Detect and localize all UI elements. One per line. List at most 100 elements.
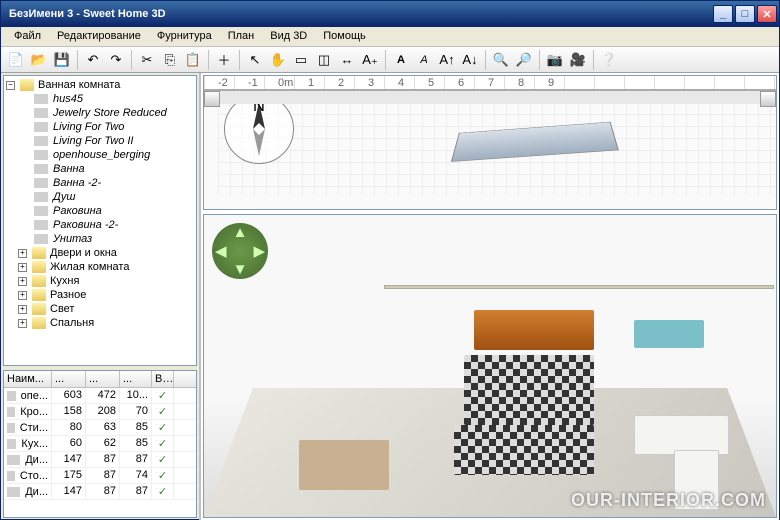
nav-left-icon[interactable]: ◀ bbox=[215, 242, 227, 260]
hall-floor bbox=[454, 425, 594, 475]
visible-check[interactable]: ✓ bbox=[152, 404, 174, 419]
expand-icon[interactable]: + bbox=[18, 277, 27, 286]
tree-category[interactable]: +Спальня bbox=[6, 316, 194, 330]
zoom-out-icon[interactable]: 🔎 bbox=[513, 49, 535, 71]
table-row[interactable]: Кух...606285✓ bbox=[4, 436, 196, 452]
visible-check[interactable]: ✓ bbox=[152, 420, 174, 435]
tree-item[interactable]: Раковина -2- bbox=[6, 218, 194, 232]
item-icon bbox=[34, 122, 48, 132]
minimize-button[interactable]: _ bbox=[713, 5, 733, 23]
help-icon[interactable]: ❔ bbox=[598, 49, 620, 71]
view-3d[interactable]: ▲ ▼ ◀ ▶ OUR-INTERIOR.COM bbox=[203, 214, 777, 518]
menu-plan[interactable]: План bbox=[221, 29, 262, 44]
table-row[interactable]: опе...60347210...✓ bbox=[4, 388, 196, 404]
pan-icon[interactable]: ✋ bbox=[267, 49, 289, 71]
italic-icon[interactable]: A bbox=[413, 49, 435, 71]
menu-edit[interactable]: Редактирование bbox=[50, 29, 148, 44]
table-row[interactable]: Кро...15820870✓ bbox=[4, 404, 196, 420]
tree-item[interactable]: Living For Two II bbox=[6, 134, 194, 148]
tree-item[interactable]: Ванна bbox=[6, 162, 194, 176]
save-icon[interactable]: 💾 bbox=[51, 49, 73, 71]
select-icon[interactable]: ↖ bbox=[244, 49, 266, 71]
item-icon bbox=[34, 220, 48, 230]
video-icon[interactable]: 🎥 bbox=[567, 49, 589, 71]
tree-item[interactable]: openhouse_berging bbox=[6, 148, 194, 162]
bold-icon[interactable]: A bbox=[390, 49, 412, 71]
furniture-table[interactable]: Наим... ... ... ... В... опе...60347210.… bbox=[3, 370, 197, 518]
decrease-icon[interactable]: A↓ bbox=[459, 49, 481, 71]
dimension-icon[interactable]: ↔ bbox=[336, 49, 358, 71]
item-icon bbox=[34, 164, 48, 174]
item-icon bbox=[34, 150, 48, 160]
expand-icon[interactable]: + bbox=[18, 305, 27, 314]
visible-check[interactable]: ✓ bbox=[152, 468, 174, 483]
tree-item[interactable]: Ванна -2- bbox=[6, 176, 194, 190]
nav-pad: ▲ ▼ ◀ ▶ bbox=[212, 223, 268, 279]
plan-view[interactable]: -2-10m123456789 N bbox=[203, 75, 777, 210]
menubar: Файл Редактирование Фурнитура План Вид 3… bbox=[1, 27, 779, 47]
tree-item[interactable]: hus45 bbox=[6, 92, 194, 106]
tree-category[interactable]: +Разное bbox=[6, 288, 194, 302]
table-row[interactable]: Ди...1478787✓ bbox=[4, 484, 196, 500]
table-row[interactable]: Сто...1758774✓ bbox=[4, 468, 196, 484]
tree-root[interactable]: −Ванная комната bbox=[6, 78, 194, 92]
new-icon[interactable]: 📄 bbox=[5, 49, 27, 71]
tree-category[interactable]: +Свет bbox=[6, 302, 194, 316]
paste-icon[interactable]: 📋 bbox=[182, 49, 204, 71]
table-header: Наим... ... ... ... В... bbox=[4, 371, 196, 388]
tree-category[interactable]: +Двери и окна bbox=[6, 246, 194, 260]
toolbar: 📄 📂 💾 ↶ ↷ ✂ ⎘ 📋 ＋ ↖ ✋ ▭ ◫ ↔ A₊ A A A↑ A↓… bbox=[1, 47, 779, 73]
copy-icon[interactable]: ⎘ bbox=[159, 49, 181, 71]
nav-down-icon[interactable]: ▼ bbox=[233, 261, 248, 278]
add-furniture-icon[interactable]: ＋ bbox=[213, 49, 235, 71]
visible-check[interactable]: ✓ bbox=[152, 484, 174, 499]
redo-icon[interactable]: ↷ bbox=[105, 49, 127, 71]
folder-icon bbox=[32, 247, 46, 259]
menu-furniture[interactable]: Фурнитура bbox=[150, 29, 219, 44]
expand-icon[interactable]: + bbox=[18, 291, 27, 300]
expand-icon[interactable]: + bbox=[18, 263, 27, 272]
menu-view3d[interactable]: Вид 3D bbox=[263, 29, 314, 44]
cut-icon[interactable]: ✂ bbox=[136, 49, 158, 71]
row-icon bbox=[7, 407, 15, 417]
plan-scrollbar[interactable] bbox=[204, 90, 776, 104]
table-row[interactable]: Ди...1478787✓ bbox=[4, 452, 196, 468]
nav-right-icon[interactable]: ▶ bbox=[253, 242, 265, 260]
titlebar: БезИмени 3 - Sweet Home 3D _ □ ✕ bbox=[1, 1, 779, 27]
ruler-horizontal: -2-10m123456789 bbox=[204, 76, 776, 90]
visible-check[interactable]: ✓ bbox=[152, 436, 174, 451]
open-icon[interactable]: 📂 bbox=[28, 49, 50, 71]
catalog-tree[interactable]: −Ванная комната hus45Jewelry Store Reduc… bbox=[3, 75, 197, 366]
folder-icon bbox=[32, 261, 46, 273]
expand-icon[interactable]: + bbox=[18, 249, 27, 258]
row-icon bbox=[7, 471, 15, 481]
menu-help[interactable]: Помощь bbox=[316, 29, 373, 44]
zoom-in-icon[interactable]: 🔍 bbox=[490, 49, 512, 71]
wall-icon[interactable]: ▭ bbox=[290, 49, 312, 71]
photo-icon[interactable]: 📷 bbox=[544, 49, 566, 71]
undo-icon[interactable]: ↶ bbox=[82, 49, 104, 71]
expand-icon[interactable]: + bbox=[18, 319, 27, 328]
nav-up-icon[interactable]: ▲ bbox=[233, 224, 248, 241]
text-icon[interactable]: A₊ bbox=[359, 49, 381, 71]
compass[interactable]: N bbox=[224, 94, 294, 164]
kitchen-cabinets bbox=[474, 310, 594, 350]
increase-icon[interactable]: A↑ bbox=[436, 49, 458, 71]
tree-item[interactable]: Jewelry Store Reduced bbox=[6, 106, 194, 120]
menu-file[interactable]: Файл bbox=[7, 29, 48, 44]
item-icon bbox=[34, 94, 48, 104]
visible-check[interactable]: ✓ bbox=[152, 452, 174, 467]
tree-item[interactable]: Living For Two bbox=[6, 120, 194, 134]
table-row[interactable]: Сти...806385✓ bbox=[4, 420, 196, 436]
tree-item[interactable]: Унитаз bbox=[6, 232, 194, 246]
tree-item[interactable]: Душ bbox=[6, 190, 194, 204]
maximize-button[interactable]: □ bbox=[735, 5, 755, 23]
visible-check[interactable]: ✓ bbox=[152, 388, 174, 403]
close-button[interactable]: ✕ bbox=[757, 5, 777, 23]
tree-category[interactable]: +Кухня bbox=[6, 274, 194, 288]
collapse-icon[interactable]: − bbox=[6, 81, 15, 90]
room-icon[interactable]: ◫ bbox=[313, 49, 335, 71]
item-icon bbox=[34, 108, 48, 118]
tree-item[interactable]: Раковина bbox=[6, 204, 194, 218]
tree-category[interactable]: +Жилая комната bbox=[6, 260, 194, 274]
